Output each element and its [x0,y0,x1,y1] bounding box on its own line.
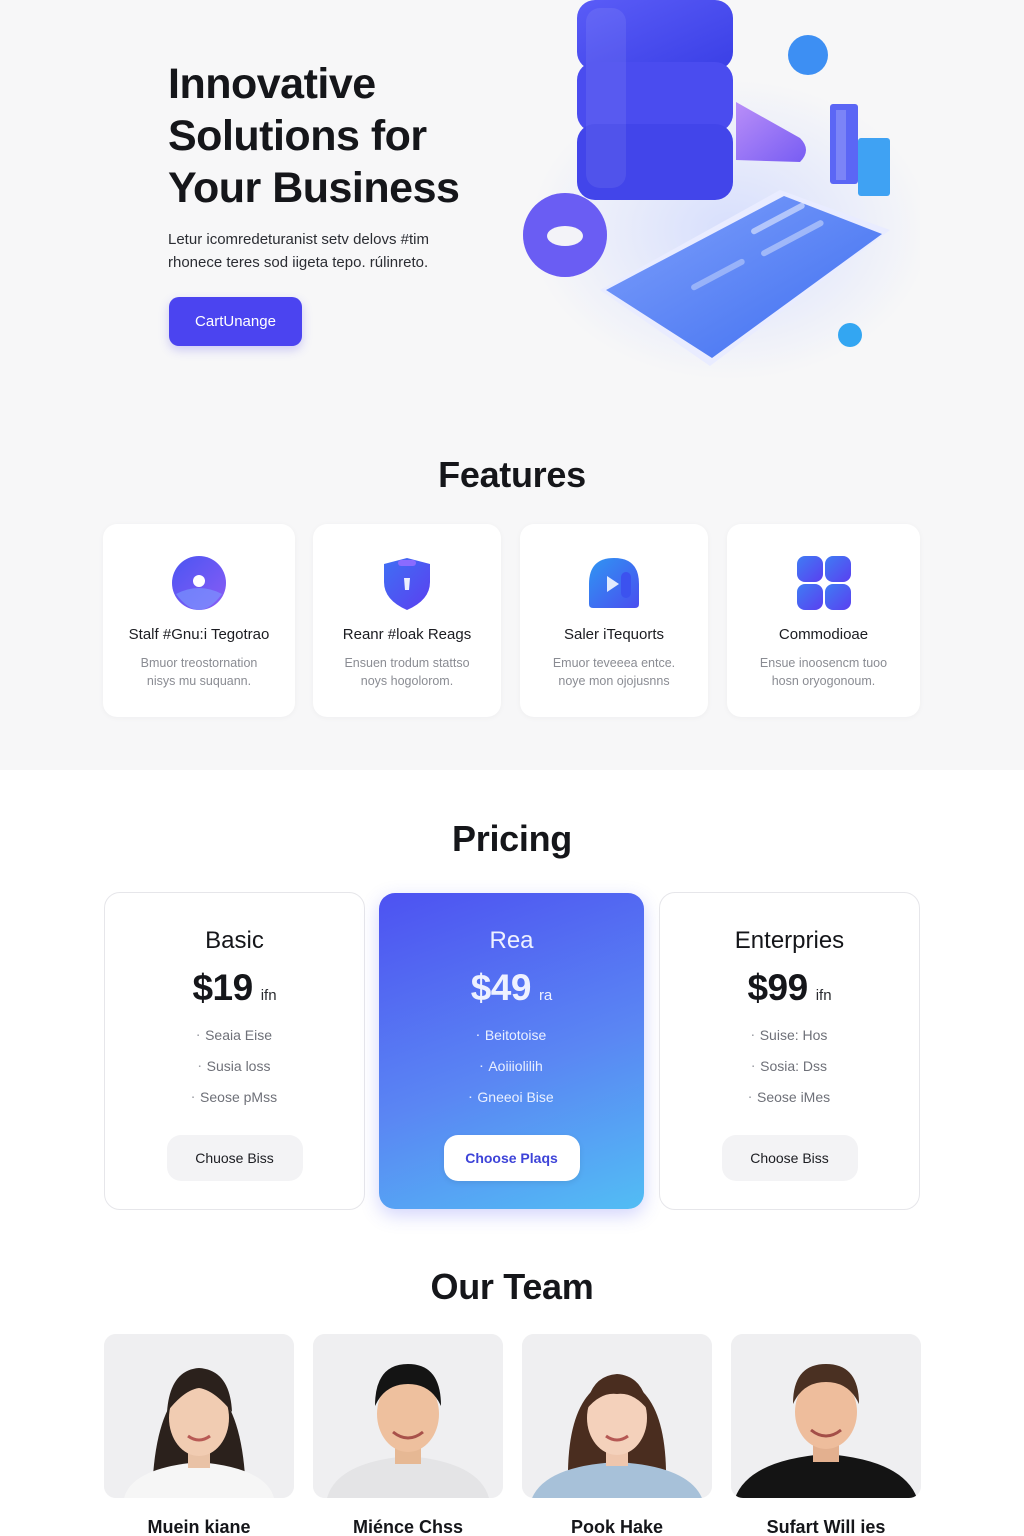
plan-price-amount: $49 [470,967,532,1008]
choose-plan-button[interactable]: Chuose Biss [166,1135,303,1181]
plan-feature-list: Beitotoise Aoiiiolilih Gneeoi Bise [379,1027,644,1120]
hero-subtitle-line: rhonece teres sod iigeta tepo. rúlinreto… [168,254,429,271]
team-member-photo [522,1334,712,1498]
team-member-name: Miénce Chss [352,1517,464,1536]
support-icon [589,558,639,608]
plan-price-amount: $19 [192,967,253,1008]
shield-icon [384,558,430,610]
pricing-title: Pricing [452,818,572,859]
pricing-card-basic: Basic $19 ifn Seaia Eise Susia loss Seose… [104,892,365,1210]
plan-feature-list: Suise: Hos Sosia: Dss Seose iMes [660,1027,919,1120]
choose-plan-button[interactable]: Choose Plaqs [443,1135,580,1181]
feature-card: Saler iTequorts Emuor teveeea entce. noy… [520,524,708,717]
feature-title: Saler iTequorts [563,626,665,643]
avatar [104,1334,294,1498]
feature-title: Reanr #loak Reags [342,626,472,643]
avatar [313,1334,503,1498]
feature-title: Stalf #Gnu:i Tegotrao [128,626,270,643]
feature-card: Stalf #Gnu:i Tegotrao Bmuor treostornati… [103,524,295,717]
feature-description-line: Bmuor treostornation [140,656,258,670]
feature-card: Reanr #loak Reags Ensuen trodum stattso … [313,524,501,717]
team-member-name: Muein kiane [147,1517,251,1536]
apps-icon [796,556,851,610]
team-member-photo [731,1334,921,1498]
feature-description: Bmuor treostornation nisys mu suquann. [117,654,281,690]
features-title: Features [438,454,586,495]
choose-plan-button[interactable]: Choose Biss [721,1135,858,1181]
avatar [522,1334,712,1498]
team-member-name: Pook Hake [570,1517,664,1536]
hero-cta-button[interactable]: CartUnange [169,297,302,346]
hero-subtitle-line: Letur icomredeturanist setv delovs #tim [168,231,429,248]
plan-feature: Suise: Hos [660,1027,919,1058]
hero-title: Innovative Solutions for Your Business [168,58,488,214]
feature-description-line: noys hogolorom. [360,674,454,688]
feature-description: Ensue inoosencm tuoo hosn oryogonoum. [741,654,906,690]
feature-description-line: noye mon ojojusnns [558,674,670,688]
plan-feature: Seaia Eise [105,1027,364,1058]
pricing-card-featured: Rea $49 ra Beitotoise Aoiiiolilih Gneeoi … [379,893,644,1209]
plan-name: Enterpries [734,927,845,954]
team-title: Our Team [430,1266,594,1307]
hero-title-line: Solutions for [168,112,427,160]
feature-description-line: Ensue inoosencm tuoo [759,656,888,670]
plan-price: $49 ra [379,967,644,1009]
plan-feature: Seose iMes [660,1089,919,1120]
globe-icon [172,556,226,610]
feature-description-line: hosn oryogonoum. [771,674,876,688]
plan-name: Basic [205,927,264,954]
plan-feature: Aoiiiolilih [379,1058,644,1089]
team-member-name: Sufart Will ies [766,1517,886,1536]
plan-price-period: ifn [260,987,277,1004]
plan-price: $99 ifn [660,967,919,1009]
plan-name: Rea [489,927,534,954]
avatar [731,1334,921,1498]
plan-feature: Seose pMss [105,1089,364,1120]
plan-price-period: ifn [815,987,832,1004]
feature-card: Commodioae Ensue inoosencm tuoo hosn ory… [727,524,920,717]
plan-feature: Gneeoi Bise [379,1089,644,1120]
feature-description-line: Emuor teveeea entce. [552,656,676,670]
plan-price-amount: $99 [747,967,808,1008]
hero-subtitle: Letur icomredeturanist setv delovs #tim … [168,228,468,274]
plan-feature: Beitotoise [379,1027,644,1058]
pricing-card-enterprise: Enterpries $99 ifn Suise: Hos Sosia: Dss … [659,892,920,1210]
feature-description: Ensuen trodum stattso noys hogolorom. [327,654,487,690]
plan-price-period: ra [538,987,553,1004]
plan-feature: Sosia: Dss [660,1058,919,1089]
hero-illustration [523,0,920,380]
feature-description: Emuor teveeea entce. noye mon ojojusnns [534,654,694,690]
hero-title-line: Innovative [168,60,376,108]
team-member-photo [313,1334,503,1498]
plan-price: $19 ifn [105,967,364,1009]
team-member-photo [104,1334,294,1498]
plan-feature-list: Seaia Eise Susia loss Seose pMss [105,1027,364,1120]
feature-title: Commodioae [778,626,869,643]
hero-title-line: Your Business [168,164,460,212]
feature-description-line: nisys mu suquann. [146,674,252,688]
plan-feature: Susia loss [105,1058,364,1089]
feature-description-line: Ensuen trodum stattso [344,656,470,670]
